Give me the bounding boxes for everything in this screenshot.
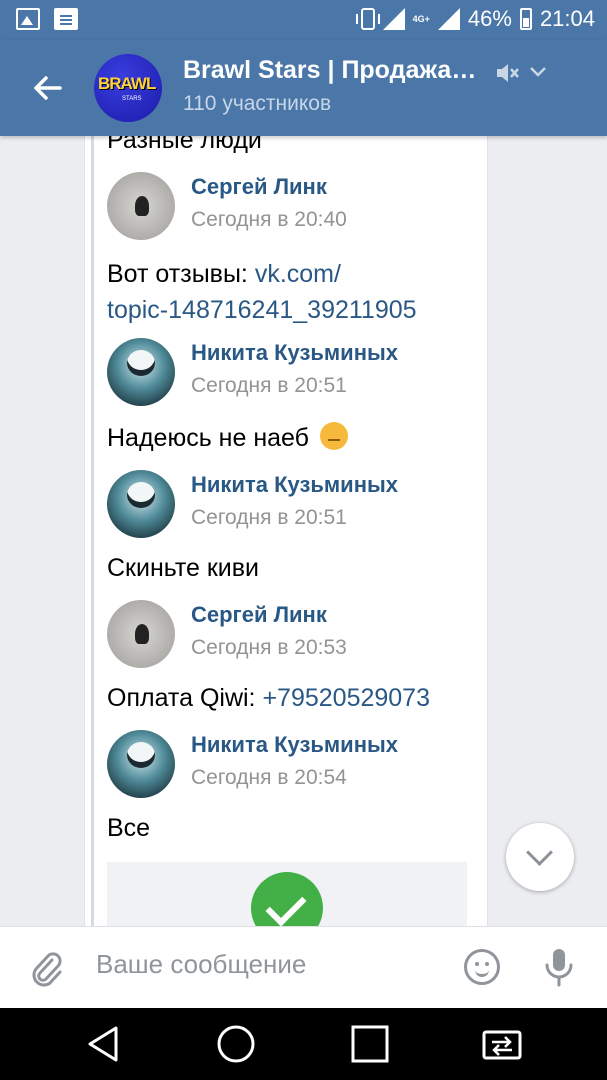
scroll-down-button[interactable] [506,823,574,891]
message-card: Разные люди Сергей Линк Сегодня в 20:40 … [84,136,488,926]
message-text-prefix: Оплата Qiwi: [107,684,263,712]
author-name[interactable]: Никита Кузьминых [191,732,398,758]
battery-percent: 46% [467,6,512,31]
message-author-block: Никита Кузьминых Сегодня в 20:54 [107,730,477,800]
home-nav-icon[interactable] [216,1024,256,1064]
author-name[interactable]: Никита Кузьминых [191,340,398,366]
author-name[interactable]: Никита Кузьминых [191,472,398,498]
message-icon [54,8,78,30]
avatar[interactable] [107,172,175,240]
message-author-block: Никита Кузьминых Сегодня в 20:51 [107,470,477,540]
image-attachment[interactable] [107,862,467,926]
message-text: Надеюсь не наеб [107,422,348,453]
avatar[interactable] [107,730,175,798]
message-composer: Ваше сообщение [0,926,607,1008]
message-time: Сегодня в 20:40 [191,208,347,231]
avatar[interactable] [107,338,175,406]
message-text: Скиньте киви [107,554,260,582]
avatar[interactable] [107,470,175,538]
member-count: 110 участников [183,92,332,115]
group-avatar[interactable]: BRAWL STARS [94,54,162,122]
network-type: 4G+ [412,14,430,24]
image-icon [16,8,40,30]
message-input[interactable]: Ваше сообщение [96,949,306,980]
message-text-prefix: Вот отзывы: [107,260,255,288]
message-author-block: Никита Кузьминых Сегодня в 20:51 [107,338,477,408]
message-author-block: Сергей Линк Сегодня в 20:53 [107,600,477,670]
chevron-down-icon[interactable] [528,62,548,82]
author-name[interactable]: Сергей Линк [191,602,327,628]
smile-icon[interactable] [464,949,500,985]
checkmark-icon [251,872,323,926]
attach-icon[interactable] [30,951,64,987]
clock: 21:04 [539,6,595,31]
message-time: Сегодня в 20:54 [191,766,347,789]
avatar-logo-subtext: STARS [122,96,142,102]
chat-title[interactable]: Brawl Stars | Продажа… [183,56,493,85]
author-name[interactable]: Сергей Линк [191,174,327,200]
chat-header: BRAWL STARS Brawl Stars | Продажа… 110 у… [0,40,607,136]
avatar-logo-text: BRAWL [98,74,156,93]
back-arrow-icon[interactable] [30,70,66,106]
message-link[interactable]: vk.com/ [255,260,341,288]
message-time: Сегодня в 20:51 [191,374,347,397]
message-text: Все [107,814,151,842]
recent-apps-icon[interactable] [350,1024,390,1064]
phone-link[interactable]: +79520529073 [262,684,430,712]
android-nav-bar [0,1008,607,1080]
message-list[interactable]: Разные люди Сергей Линк Сегодня в 20:40 … [0,136,607,926]
signal-icon [437,8,460,30]
vibrate-icon [355,8,380,30]
message-author-block: Сергей Линк Сегодня в 20:40 [107,172,477,242]
microphone-icon[interactable] [542,947,576,989]
chat-screen: 4G+ 46% 21:04 BRAWL STARS Brawl Stars | … [0,0,607,1080]
signal-icon [382,8,405,30]
message-text: Вот отзывы: vk.com/ topic-148716241_3921… [107,256,477,328]
message-time: Сегодня в 20:51 [191,506,347,529]
message-time: Сегодня в 20:53 [191,636,347,659]
emoji-icon [319,422,348,450]
back-nav-icon[interactable] [84,1024,124,1064]
message-text: Оплата Qiwi: +79520529073 [107,684,430,713]
status-bar: 4G+ 46% 21:04 [0,0,607,40]
muted-speaker-icon [497,64,519,82]
switch-window-icon[interactable] [482,1024,522,1064]
avatar[interactable] [107,600,175,668]
message-link[interactable]: topic-148716241_39211905 [107,296,417,324]
battery-icon [519,8,532,30]
message-text: Разные люди [107,136,262,154]
message-body: Надеюсь не наеб [107,424,309,452]
